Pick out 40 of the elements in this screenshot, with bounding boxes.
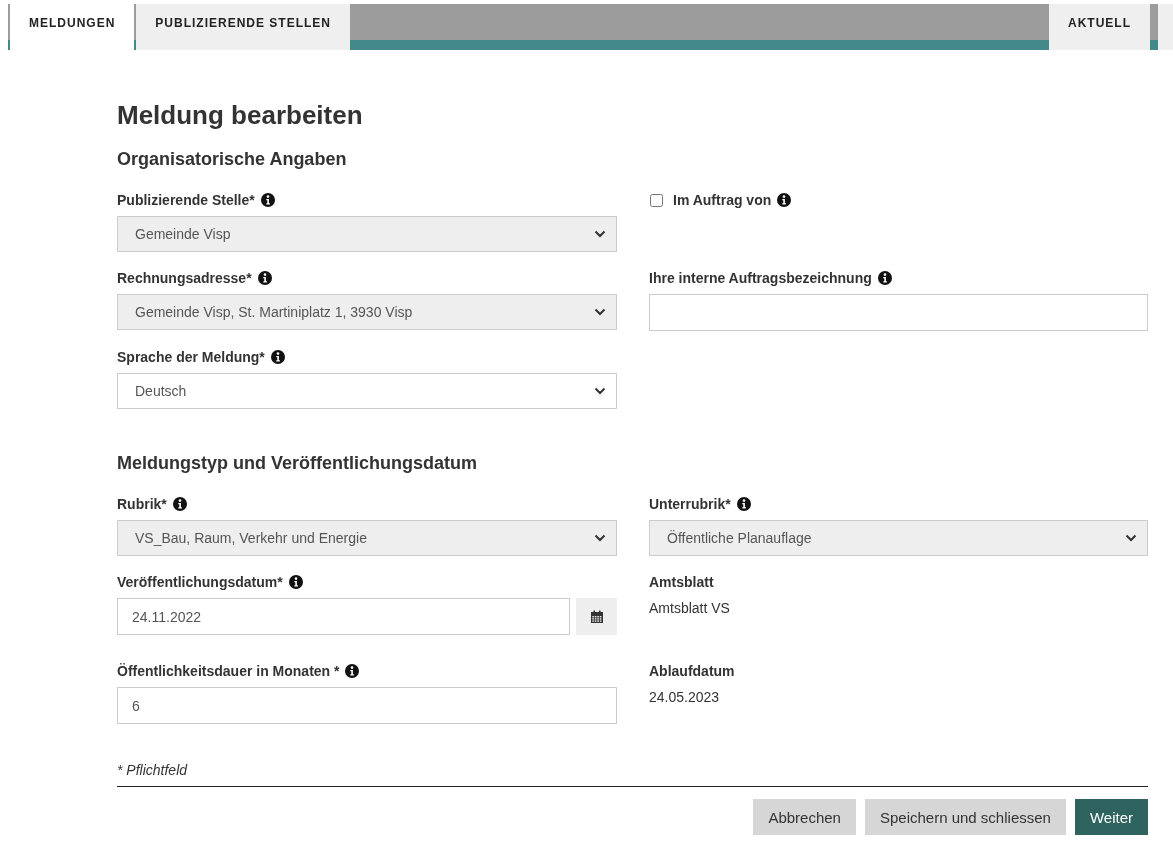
tab[interactable]: PUBLIZIERENDE STELLEN [136, 4, 351, 50]
action-button[interactable]: Speichern und schliessen [864, 799, 1066, 835]
info-icon[interactable] [288, 575, 303, 589]
field-label: Rubrik* [117, 496, 167, 512]
tab[interactable]: MELDUNGEN [10, 4, 135, 50]
footnote: * Pflichtfeld [117, 762, 1148, 787]
page-title: Meldung bearbeiten [117, 100, 364, 131]
action-button[interactable]: Abbrechen [753, 799, 856, 835]
dropdown-field[interactable]: Deutsch [117, 373, 617, 409]
field-label: Ihre interne Auftragsbezeichnung [649, 270, 872, 286]
info-icon[interactable] [777, 193, 792, 207]
input-field[interactable] [649, 294, 1148, 331]
section-heading: Meldungstyp und Veröffentlichungsdatum [117, 453, 478, 474]
info-icon[interactable] [877, 271, 892, 285]
chevron-down-icon [594, 308, 606, 316]
info-icon[interactable] [270, 350, 285, 364]
field-value: 24.05.2023 [649, 689, 721, 705]
action-button[interactable]: Weiter [1074, 799, 1148, 835]
input-field[interactable]: 6 [117, 687, 617, 724]
chevron-down-icon [594, 230, 606, 238]
field-label: Öffentlichkeitsdauer in Monaten * [117, 663, 340, 679]
calendar-icon [589, 609, 604, 624]
calendar-button[interactable] [576, 598, 617, 635]
field-label: Unterrubrik* [649, 496, 731, 512]
chevron-down-icon [594, 387, 606, 395]
info-icon[interactable] [345, 664, 360, 678]
field-label: Ablaufdatum [649, 663, 735, 679]
date-field[interactable]: 24.11.2022 [117, 598, 571, 635]
chevron-down-icon [594, 534, 606, 542]
field-label: Publizierende Stelle* [117, 192, 255, 208]
tab[interactable]: AKTUELL [1049, 4, 1150, 50]
section-heading: Organisatorische Angaben [117, 149, 348, 170]
field-label: Im Auftrag von [673, 192, 772, 208]
field-label: Sprache der Meldung* [117, 349, 265, 365]
chevron-down-icon [1125, 534, 1137, 542]
field-label: Veröffentlichungsdatum* [117, 574, 283, 590]
field-value: Amtsblatt VS [649, 600, 731, 616]
field-label: Amtsblatt [649, 574, 714, 590]
field-label: Rechnungsadresse* [117, 270, 252, 286]
checkbox[interactable] [650, 193, 663, 207]
